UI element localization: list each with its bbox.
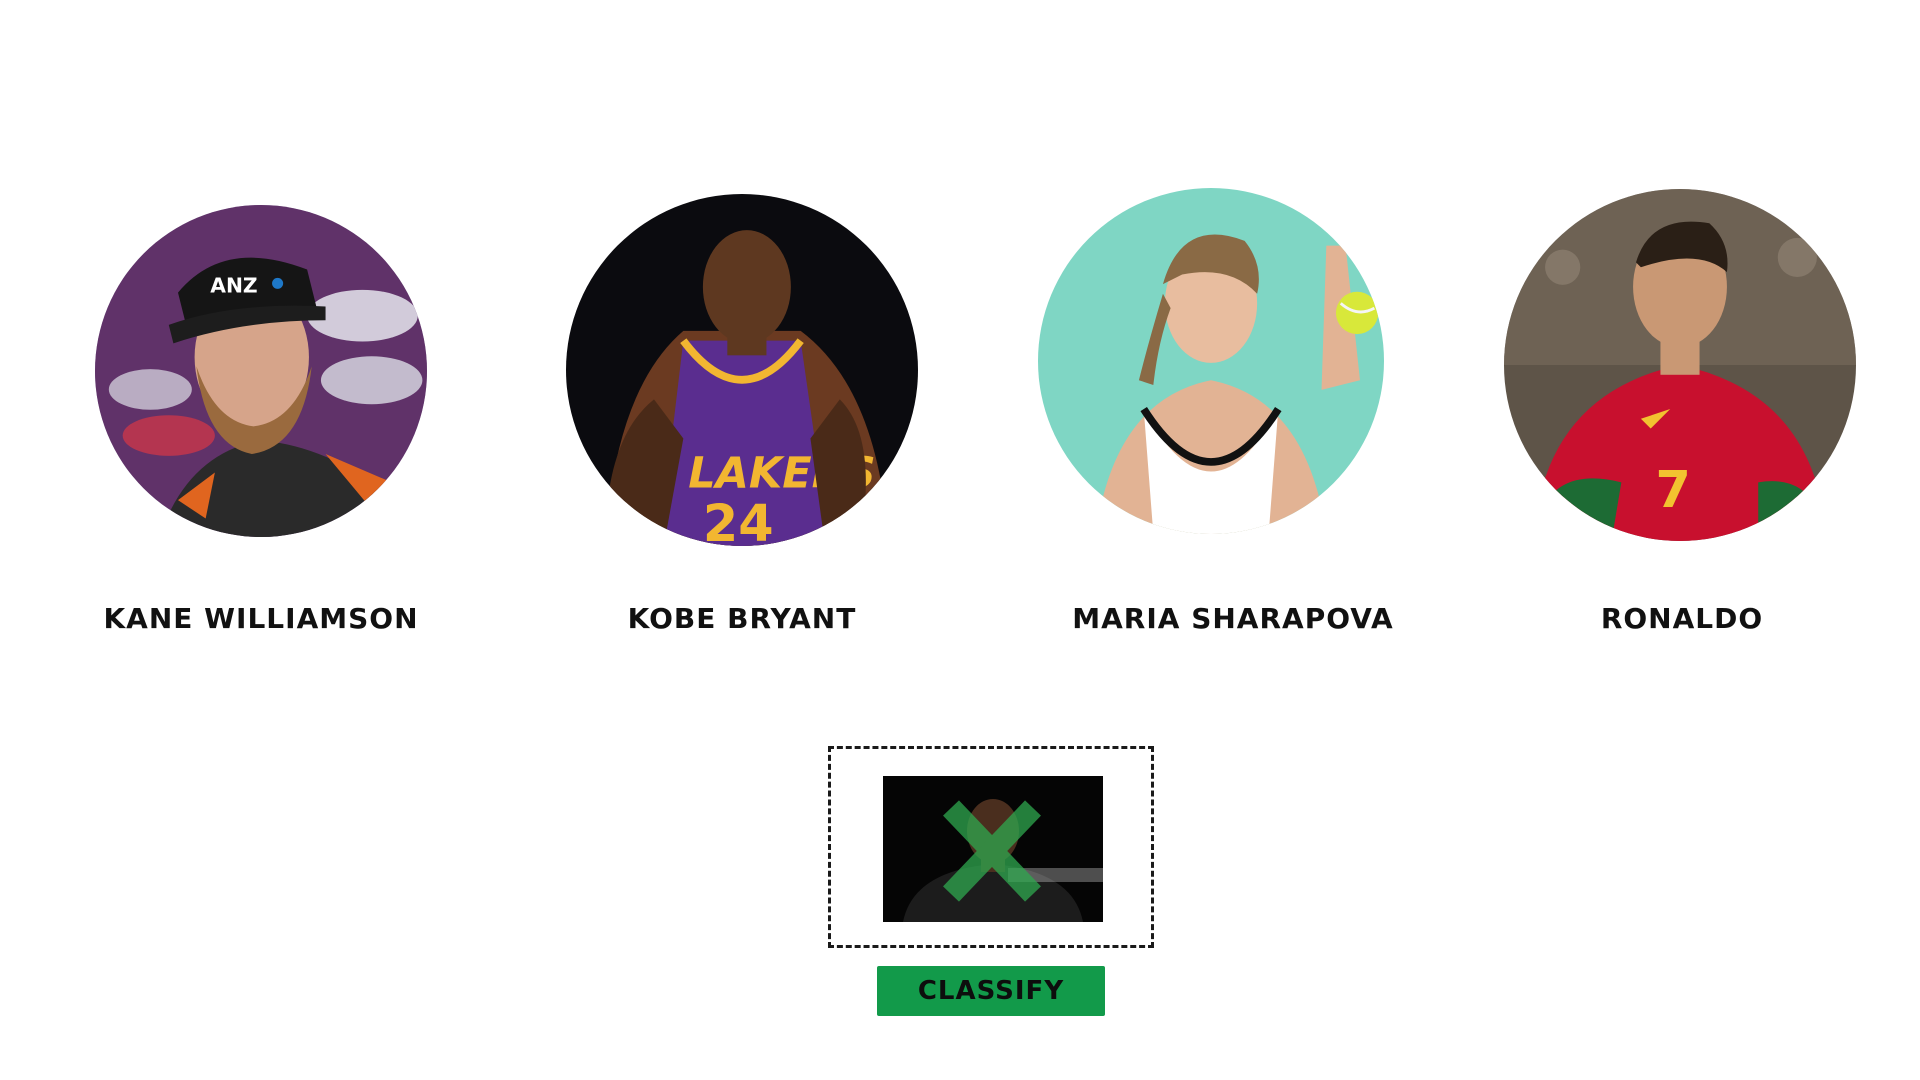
athlete-name: Ronaldo [1600,602,1764,635]
athlete-name: Kobe Bryant [627,602,857,635]
maria-sharapova-avatar [1038,188,1384,534]
svg-text:7: 7 [1656,460,1691,519]
athlete-name: Maria Sharapova [1072,602,1394,635]
svg-text:24: 24 [703,494,774,546]
kobe-bryant-avatar: LAKERS 24 [566,194,918,546]
kane-williamson-photo: ANZ [95,205,427,537]
classify-button[interactable]: CLASSIFY [877,966,1105,1016]
maria-sharapova-photo [1038,188,1384,534]
page: ANZ Kane Williamson LAKERS 24 Kobe Bryan… [0,0,1920,1080]
uploaded-image-preview [883,776,1103,922]
athlete-name: Kane Williamson [103,602,419,635]
kobe-bryant-photo: LAKERS 24 [566,194,918,546]
athlete-card-maria-sharapova[interactable]: Maria Sharapova [1038,188,1398,648]
uploaded-image-preview-icon [883,776,1103,922]
image-dropzone[interactable] [828,746,1154,948]
ronaldo-photo: 7 [1504,189,1856,541]
athlete-card-kane-williamson[interactable]: ANZ Kane Williamson [95,205,455,665]
svg-text:ANZ: ANZ [210,274,257,298]
kane-williamson-avatar: ANZ [95,205,427,537]
athlete-card-ronaldo[interactable]: 7 Ronaldo [1504,189,1864,649]
ronaldo-avatar: 7 [1504,189,1856,541]
athlete-card-kobe-bryant[interactable]: LAKERS 24 Kobe Bryant [566,194,926,654]
